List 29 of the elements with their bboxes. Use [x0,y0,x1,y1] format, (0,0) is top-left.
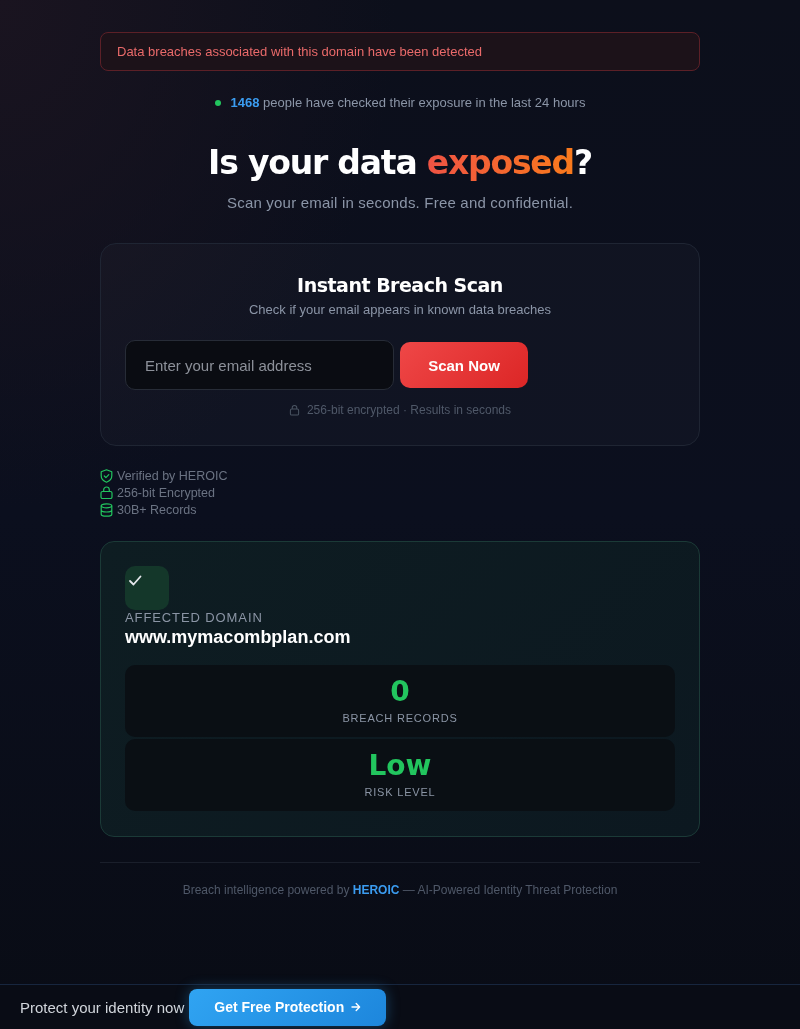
stat-value: Low [368,750,432,782]
trust-badge-label: 30B+ Records [117,502,197,517]
scan-button[interactable]: Scan Now [400,342,528,388]
stat-value: 0 [390,676,410,708]
scan-card-title: Instant Breach Scan [297,273,503,298]
lock-icon [288,404,300,416]
check-icon [125,566,169,610]
trust-badge-label: 256-bit Encrypted [117,485,215,500]
arrow-right-icon [351,1002,362,1012]
stat-label: BREACH RECORDS [342,711,458,725]
domain-name: www.mymacombplan.com [125,626,352,648]
headline: Is your data exposed? [207,142,593,184]
stat-label: RISK LEVEL [364,785,436,799]
status-dot-icon [214,100,221,106]
trust-badge-label: Verified by HEROIC [117,468,228,483]
footer-credit: Breach intelligence powered by HEROIC — AI-Powered Identity Threat Protection [181,882,619,898]
bottom-bar-text: Protect your identity now [20,998,185,1016]
security-note: 256-bit encrypted · Results in seconds [306,403,512,417]
lock-icon [100,486,113,499]
hero-subtitle: Scan your email in seconds. Free and confidential. [226,193,574,213]
shield-check-icon [100,468,113,483]
activity-text: 1468 people have checked their exposure in the last 24 hours [230,94,586,112]
affected-domain-label: AFFECTED DOMAIN [125,610,264,626]
email-input[interactable]: Enter your email address [125,340,394,390]
heroic-link[interactable]: HEROIC [352,883,400,897]
scan-card-subtitle: Check if your email appears in known data breaches [248,301,552,319]
database-icon [100,502,113,517]
get-protection-button[interactable]: Get Free Protection [189,988,387,1026]
breach-alert: Data breaches associated with this domain have been detected [100,32,700,71]
